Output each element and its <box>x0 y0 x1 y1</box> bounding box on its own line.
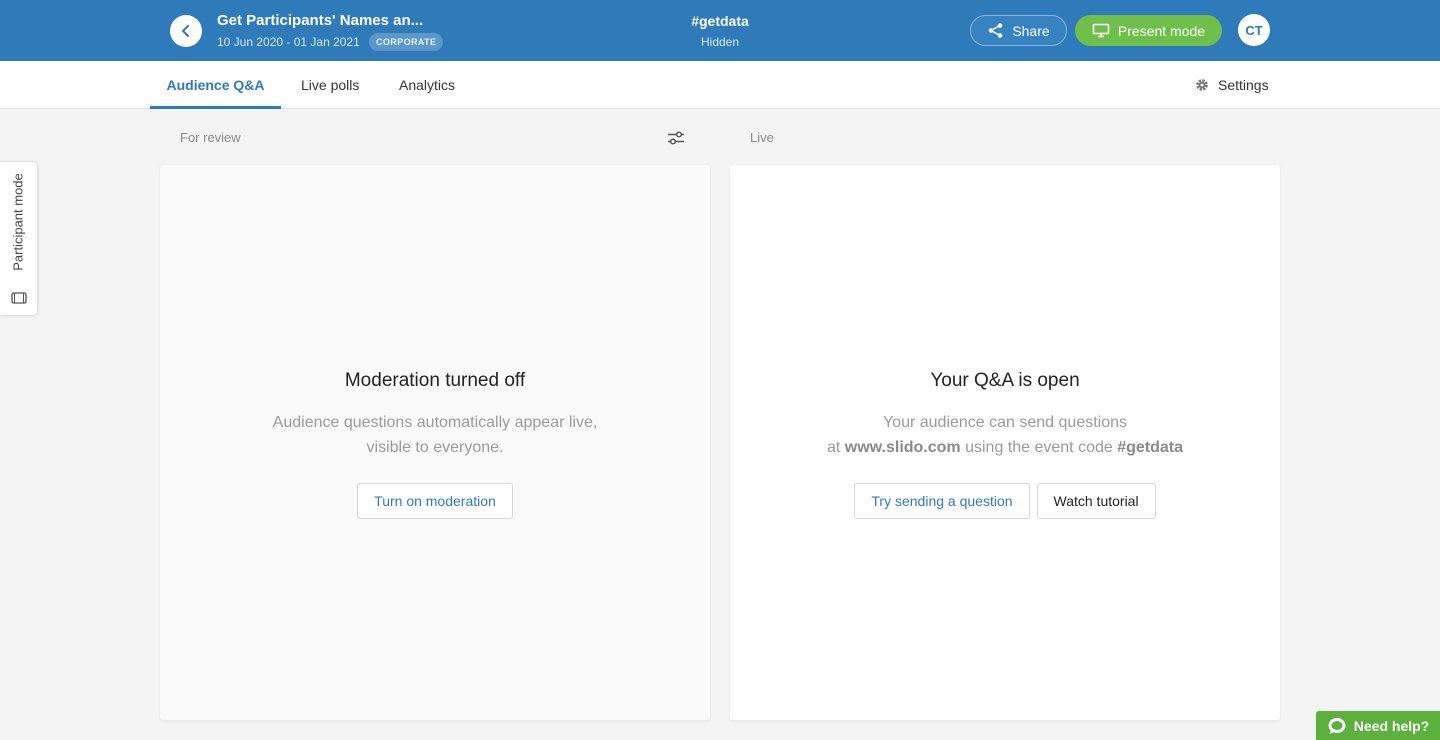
qa-open-actions: Try sending a question Watch tutorial <box>730 483 1280 519</box>
tab-analytics[interactable]: Analytics <box>399 61 455 109</box>
top-bar: Get Participants' Names an... 10 Jun 202… <box>0 0 1440 61</box>
turn-on-moderation-button[interactable]: Turn on moderation <box>357 483 513 519</box>
settings-button[interactable]: Settings <box>1195 61 1269 109</box>
tab-bar: Audience Q&A Live polls Analytics Settin… <box>0 61 1440 109</box>
event-plan-badge: CORPORATE <box>369 33 444 51</box>
user-avatar[interactable]: CT <box>1238 14 1270 46</box>
for-review-column-label: For review <box>180 130 241 145</box>
event-visibility-status: Hidden <box>700 35 740 49</box>
event-title[interactable]: Get Participants' Names an... <box>217 12 423 29</box>
share-button[interactable]: Share <box>970 15 1067 46</box>
need-help-label: Need help? <box>1353 717 1430 734</box>
settings-label: Settings <box>1218 77 1269 93</box>
chat-bubble-icon <box>1328 717 1346 734</box>
tab-audience-qa[interactable]: Audience Q&A <box>150 61 281 109</box>
watch-tutorial-button[interactable]: Watch tutorial <box>1036 483 1156 519</box>
filter-button[interactable] <box>665 128 687 148</box>
monitor-icon <box>1092 23 1110 38</box>
text-event-code-prefix: using the event code <box>960 439 1118 456</box>
device-icon <box>11 292 27 304</box>
share-icon <box>989 23 1003 38</box>
moderation-actions: Turn on moderation <box>160 483 710 519</box>
moderation-description: Audience questions automatically appear … <box>160 410 710 460</box>
sliders-icon <box>668 131 684 145</box>
qa-open-description-line: at www.slido.com using the event code #g… <box>730 435 1280 460</box>
chevron-left-icon <box>182 25 189 37</box>
event-code: #getdata <box>691 13 749 29</box>
live-panel: Your Q&A is open Your audience can send … <box>730 165 1280 720</box>
qa-open-description: Your audience can send questions at www.… <box>730 410 1280 460</box>
share-label: Share <box>1012 22 1050 39</box>
present-mode-button[interactable]: Present mode <box>1075 15 1222 46</box>
qa-open-heading: Your Q&A is open <box>930 370 1080 391</box>
moderation-description-line: visible to everyone. <box>366 439 504 456</box>
need-help-button[interactable]: Need help? <box>1316 711 1440 740</box>
try-sending-question-button[interactable]: Try sending a question <box>854 483 1030 519</box>
participant-mode-label: Participant mode <box>10 173 26 271</box>
event-code-highlight: #getdata <box>1117 439 1184 456</box>
moderation-heading: Moderation turned off <box>344 370 526 391</box>
for-review-panel: Moderation turned off Audience questions… <box>160 165 710 720</box>
tab-live-polls[interactable]: Live polls <box>301 61 359 109</box>
text-at: at <box>826 439 845 456</box>
gear-icon <box>1196 79 1208 91</box>
moderation-description-line: Audience questions automatically appear … <box>272 414 598 431</box>
present-mode-label: Present mode <box>1117 22 1206 39</box>
slido-site-link: www.slido.com <box>844 439 961 456</box>
live-column-label: Live <box>750 130 774 145</box>
back-button[interactable] <box>170 15 202 47</box>
event-dates: 10 Jun 2020 - 01 Jan 2021 <box>217 35 360 49</box>
participant-mode-tab[interactable]: Participant mode <box>0 161 38 316</box>
qa-open-description-line: Your audience can send questions <box>882 414 1128 431</box>
